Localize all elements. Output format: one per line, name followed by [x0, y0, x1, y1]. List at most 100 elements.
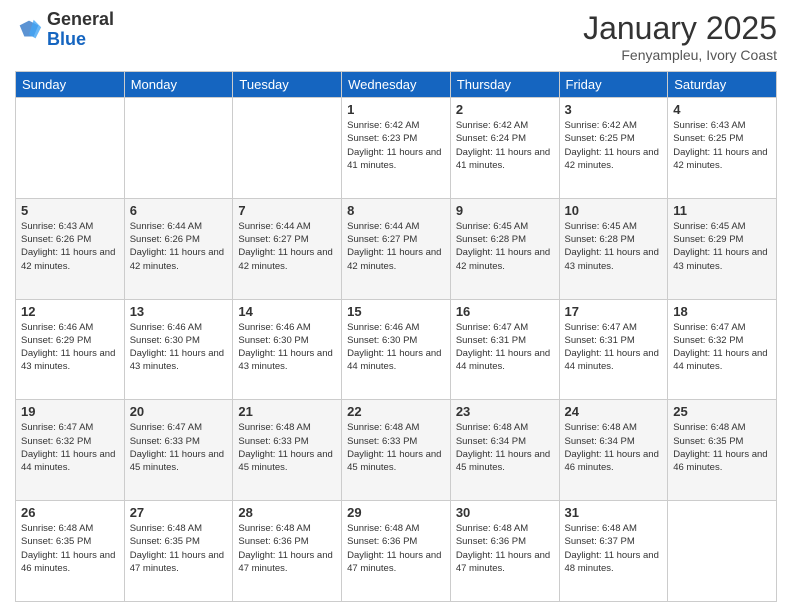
day-cell: 4Sunrise: 6:43 AM Sunset: 6:25 PM Daylig…	[668, 98, 777, 199]
title-section: January 2025 Fenyampleu, Ivory Coast	[583, 10, 777, 63]
day-header-friday: Friday	[559, 72, 668, 98]
day-info: Sunrise: 6:48 AM Sunset: 6:33 PM Dayligh…	[238, 421, 336, 474]
day-number: 30	[456, 505, 554, 520]
day-cell: 29Sunrise: 6:48 AM Sunset: 6:36 PM Dayli…	[342, 501, 451, 602]
day-number: 23	[456, 404, 554, 419]
day-number: 1	[347, 102, 445, 117]
day-cell: 6 Sunrise: 6:44 AM Sunset: 6:26 PM Daylig…	[124, 198, 233, 299]
day-info: Sunrise: 6:42 AM Sunset: 6:25 PM Dayligh…	[565, 119, 663, 172]
day-number: 9	[456, 203, 554, 218]
day-info: Sunrise: 6:43 AM Sunset: 6:26 PM Dayligh…	[21, 220, 119, 273]
day-cell: 21 Sunrise: 6:48 AM Sunset: 6:33 PM Dayli…	[233, 400, 342, 501]
day-number: 18	[673, 304, 771, 319]
day-number: 24	[565, 404, 663, 419]
day-header-sunday: Sunday	[16, 72, 125, 98]
day-cell: 7 Sunrise: 6:44 AM Sunset: 6:27 PM Daylig…	[233, 198, 342, 299]
day-number: 16	[456, 304, 554, 319]
day-info: Sunrise: 6:45 AM Sunset: 6:28 PM Dayligh…	[565, 220, 663, 273]
day-info: Sunrise: 6:47 AM Sunset: 6:31 PM Dayligh…	[565, 321, 663, 374]
day-cell	[16, 98, 125, 199]
day-cell: 9 Sunrise: 6:45 AM Sunset: 6:28 PM Daylig…	[450, 198, 559, 299]
subtitle: Fenyampleu, Ivory Coast	[583, 47, 777, 63]
day-info: Sunrise: 6:45 AM Sunset: 6:29 PM Dayligh…	[673, 220, 771, 273]
day-info: Sunrise: 6:42 AM Sunset: 6:23 PM Dayligh…	[347, 119, 445, 172]
day-cell: 15 Sunrise: 6:46 AM Sunset: 6:30 PM Dayli…	[342, 299, 451, 400]
day-info: Sunrise: 6:46 AM Sunset: 6:30 PM Dayligh…	[238, 321, 336, 374]
day-info: Sunrise: 6:48 AM Sunset: 6:35 PM Dayligh…	[673, 421, 771, 474]
header-row: SundayMondayTuesdayWednesdayThursdayFrid…	[16, 72, 777, 98]
day-number: 22	[347, 404, 445, 419]
day-info: Sunrise: 6:48 AM Sunset: 6:36 PM Dayligh…	[456, 522, 554, 575]
day-cell	[668, 501, 777, 602]
day-number: 10	[565, 203, 663, 218]
day-cell: 2 Sunrise: 6:42 AM Sunset: 6:24 PM Daylig…	[450, 98, 559, 199]
day-info: Sunrise: 6:46 AM Sunset: 6:30 PM Dayligh…	[347, 321, 445, 374]
day-number: 26	[21, 505, 119, 520]
day-number: 7	[238, 203, 336, 218]
day-header-thursday: Thursday	[450, 72, 559, 98]
header: General Blue January 2025 Fenyampleu, Iv…	[15, 10, 777, 63]
day-number: 14	[238, 304, 336, 319]
logo-text: General Blue	[47, 10, 114, 50]
day-number: 27	[130, 505, 228, 520]
day-cell: 10 Sunrise: 6:45 AM Sunset: 6:28 PM Dayli…	[559, 198, 668, 299]
day-number: 20	[130, 404, 228, 419]
day-cell: 13 Sunrise: 6:46 AM Sunset: 6:30 PM Dayli…	[124, 299, 233, 400]
week-row-3: 12 Sunrise: 6:46 AM Sunset: 6:29 PM Dayli…	[16, 299, 777, 400]
day-info: Sunrise: 6:43 AM Sunset: 6:25 PM Dayligh…	[673, 119, 771, 172]
day-info: Sunrise: 6:42 AM Sunset: 6:24 PM Dayligh…	[456, 119, 554, 172]
day-cell: 20Sunrise: 6:47 AM Sunset: 6:33 PM Dayli…	[124, 400, 233, 501]
day-cell: 28Sunrise: 6:48 AM Sunset: 6:36 PM Dayli…	[233, 501, 342, 602]
day-number: 3	[565, 102, 663, 117]
day-number: 6	[130, 203, 228, 218]
day-cell: 14 Sunrise: 6:46 AM Sunset: 6:30 PM Dayli…	[233, 299, 342, 400]
day-cell: 23Sunrise: 6:48 AM Sunset: 6:34 PM Dayli…	[450, 400, 559, 501]
main-title: January 2025	[583, 10, 777, 47]
day-number: 31	[565, 505, 663, 520]
day-info: Sunrise: 6:47 AM Sunset: 6:31 PM Dayligh…	[456, 321, 554, 374]
day-info: Sunrise: 6:44 AM Sunset: 6:27 PM Dayligh…	[238, 220, 336, 273]
day-cell: 17 Sunrise: 6:47 AM Sunset: 6:31 PM Dayli…	[559, 299, 668, 400]
day-cell: 27 Sunrise: 6:48 AM Sunset: 6:35 PM Dayli…	[124, 501, 233, 602]
day-cell: 22Sunrise: 6:48 AM Sunset: 6:33 PM Dayli…	[342, 400, 451, 501]
day-number: 15	[347, 304, 445, 319]
day-cell: 26 Sunrise: 6:48 AM Sunset: 6:35 PM Dayli…	[16, 501, 125, 602]
day-info: Sunrise: 6:48 AM Sunset: 6:36 PM Dayligh…	[238, 522, 336, 575]
day-info: Sunrise: 6:48 AM Sunset: 6:34 PM Dayligh…	[565, 421, 663, 474]
page: General Blue January 2025 Fenyampleu, Iv…	[0, 0, 792, 612]
day-cell: 24 Sunrise: 6:48 AM Sunset: 6:34 PM Dayli…	[559, 400, 668, 501]
week-row-4: 19 Sunrise: 6:47 AM Sunset: 6:32 PM Dayli…	[16, 400, 777, 501]
day-number: 21	[238, 404, 336, 419]
day-info: Sunrise: 6:47 AM Sunset: 6:32 PM Dayligh…	[673, 321, 771, 374]
day-number: 17	[565, 304, 663, 319]
day-info: Sunrise: 6:45 AM Sunset: 6:28 PM Dayligh…	[456, 220, 554, 273]
logo-blue-text: Blue	[47, 30, 114, 50]
day-header-monday: Monday	[124, 72, 233, 98]
day-info: Sunrise: 6:46 AM Sunset: 6:30 PM Dayligh…	[130, 321, 228, 374]
day-number: 19	[21, 404, 119, 419]
week-row-5: 26 Sunrise: 6:48 AM Sunset: 6:35 PM Dayli…	[16, 501, 777, 602]
logo-icon	[15, 16, 43, 44]
day-info: Sunrise: 6:47 AM Sunset: 6:32 PM Dayligh…	[21, 421, 119, 474]
logo: General Blue	[15, 10, 114, 50]
day-cell: 5Sunrise: 6:43 AM Sunset: 6:26 PM Daylig…	[16, 198, 125, 299]
day-cell: 30 Sunrise: 6:48 AM Sunset: 6:36 PM Dayli…	[450, 501, 559, 602]
day-info: Sunrise: 6:48 AM Sunset: 6:35 PM Dayligh…	[130, 522, 228, 575]
day-number: 13	[130, 304, 228, 319]
day-cell	[233, 98, 342, 199]
day-cell: 19 Sunrise: 6:47 AM Sunset: 6:32 PM Dayli…	[16, 400, 125, 501]
day-info: Sunrise: 6:48 AM Sunset: 6:36 PM Dayligh…	[347, 522, 445, 575]
day-info: Sunrise: 6:44 AM Sunset: 6:27 PM Dayligh…	[347, 220, 445, 273]
calendar-table: SundayMondayTuesdayWednesdayThursdayFrid…	[15, 71, 777, 602]
day-info: Sunrise: 6:44 AM Sunset: 6:26 PM Dayligh…	[130, 220, 228, 273]
day-info: Sunrise: 6:48 AM Sunset: 6:35 PM Dayligh…	[21, 522, 119, 575]
day-cell: 16 Sunrise: 6:47 AM Sunset: 6:31 PM Dayli…	[450, 299, 559, 400]
logo-general-text: General	[47, 10, 114, 30]
day-cell	[124, 98, 233, 199]
day-number: 8	[347, 203, 445, 218]
day-number: 2	[456, 102, 554, 117]
day-cell: 18 Sunrise: 6:47 AM Sunset: 6:32 PM Dayli…	[668, 299, 777, 400]
day-number: 12	[21, 304, 119, 319]
week-row-1: 1 Sunrise: 6:42 AM Sunset: 6:23 PM Daylig…	[16, 98, 777, 199]
day-info: Sunrise: 6:46 AM Sunset: 6:29 PM Dayligh…	[21, 321, 119, 374]
